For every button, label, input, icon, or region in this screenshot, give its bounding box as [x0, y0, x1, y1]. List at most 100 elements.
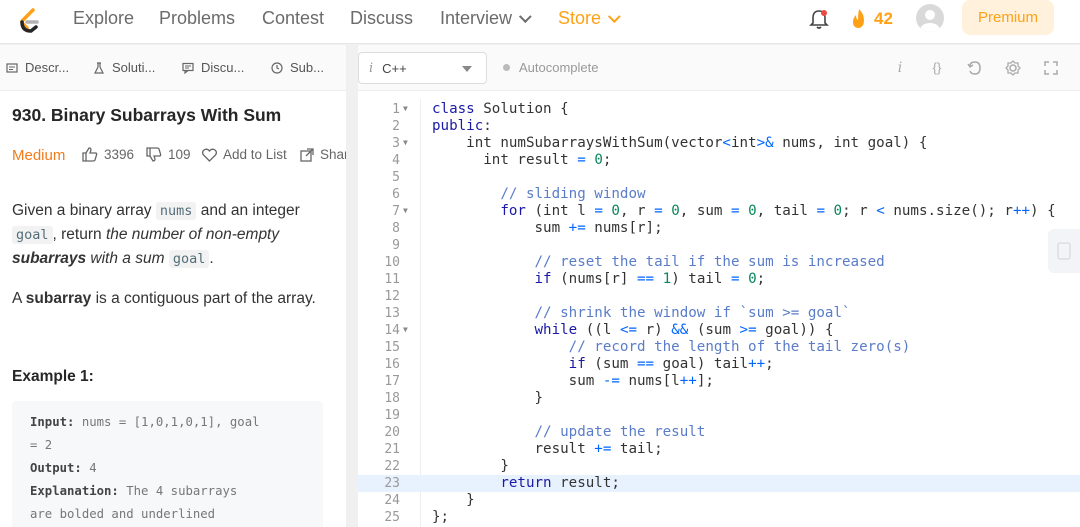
premium-button[interactable]: Premium [962, 0, 1054, 35]
code-line-active: 23 return result; [358, 475, 1080, 492]
nav-store-label: Store [558, 8, 602, 28]
thumbs-up-icon [82, 147, 98, 162]
nav-explore-link[interactable]: Explore [73, 8, 134, 28]
info-icon[interactable]: i [891, 59, 909, 77]
nav-contest-link[interactable]: Contest [262, 8, 324, 28]
nav-problems-link[interactable]: Problems [159, 8, 235, 28]
share-icon [300, 147, 314, 162]
code-line: 22 } [384, 458, 509, 474]
language-select[interactable]: i C++ [358, 52, 487, 84]
side-panel-handle[interactable] [1048, 229, 1080, 273]
code-line: 12 [384, 289, 400, 304]
example-explanation-label: Explanation: [30, 484, 119, 498]
code-editor-panel: i C++ Autocomplete i {} 1 ▼ class Solution… [358, 45, 1080, 527]
example-output-value: 4 [81, 461, 97, 475]
desc-bold: subarrays [12, 250, 87, 267]
problem-panel: Descr... Soluti... Discu... Sub... 930. … [0, 45, 346, 527]
code-line: 13 // shrink the window if `sum >= goal` [384, 305, 851, 321]
page-title: 930. Binary Subarrays With Sum [12, 105, 282, 125]
code-line: 9 [392, 238, 400, 253]
nav-store-dropdown[interactable]: Store [558, 8, 621, 28]
add-to-list-label: Add to List [223, 147, 287, 162]
code-line: 25}; [384, 509, 450, 525]
copy-icon [1057, 242, 1071, 260]
def-text-1: A [12, 290, 26, 307]
heart-icon [202, 148, 217, 162]
desc-text-3: , return [52, 226, 106, 243]
code-line: 20 // update the result [384, 424, 706, 440]
code-nums: nums [155, 202, 197, 220]
flask-icon [94, 61, 104, 74]
example-explanation-cont: are bolded and underlined [30, 507, 216, 521]
example-output-label: Output: [30, 461, 82, 475]
desc-text-2: and an integer [196, 202, 300, 219]
code-line: 24 } [384, 492, 475, 508]
tab-discuss[interactable]: Discu... [182, 60, 244, 75]
fold-arrow-icon[interactable]: ▼ [403, 134, 408, 151]
fullscreen-icon[interactable] [1042, 59, 1060, 77]
editor-toolbar: i C++ Autocomplete i {} [358, 45, 1080, 91]
tab-description[interactable]: Descr... [6, 60, 69, 75]
code-line: 14 ▼ while ((l <= r) && (sum >= goal)) { [384, 321, 834, 338]
code-line: 7 ▼ for (int l = 0, r = 0, sum = 0, tail … [392, 202, 1056, 219]
code-line: 16 if (sum == goal) tail++; [384, 356, 774, 372]
braces-icon[interactable]: {} [928, 59, 946, 77]
example-box: Input: nums = [1,0,1,0,1], goal = 2 Outp… [12, 401, 323, 527]
fold-arrow-icon[interactable]: ▼ [403, 202, 408, 219]
problem-description: Given a binary array nums and an integer… [12, 199, 312, 271]
leetcode-logo-icon[interactable] [14, 6, 44, 36]
nav-interview-label: Interview [440, 8, 513, 28]
top-navigation-bar: Explore Problems Contest Discuss Intervi… [0, 0, 1080, 44]
desc-text-4: . [209, 250, 214, 267]
dislike-button[interactable]: 109 [146, 147, 191, 162]
subarray-definition: A subarray is a contiguous part of the a… [12, 290, 316, 308]
share-label: Share [320, 147, 346, 162]
share-button[interactable]: Share [300, 147, 346, 162]
example-explanation-value: The 4 subarrays [118, 484, 238, 498]
streak-counter[interactable]: 42 [850, 7, 893, 31]
autocomplete-label: Autocomplete [519, 60, 599, 75]
code-line: 10 // reset the tail if the sum is incre… [384, 254, 885, 270]
problem-content: 930. Binary Subarrays With Sum Medium 33… [12, 105, 346, 527]
nav-discuss-link[interactable]: Discuss [350, 8, 413, 28]
code-line: 6 // sliding window [392, 186, 646, 202]
like-button[interactable]: 3396 [82, 147, 134, 162]
chat-icon [182, 62, 194, 74]
fold-arrow-icon[interactable]: ▼ [403, 100, 408, 117]
example-input-value: nums = [1,0,1,0,1], goal [74, 415, 260, 429]
def-text-2: is a contiguous part of the array. [91, 290, 316, 307]
code-line: 4 int result = 0; [392, 152, 612, 168]
desc-text-1: Given a binary array [12, 202, 156, 219]
tab-submissions[interactable]: Sub... [271, 60, 324, 75]
notification-bell-icon[interactable] [808, 8, 830, 30]
example-input-value-cont: = 2 [30, 438, 53, 452]
fire-icon [853, 9, 864, 28]
desc-italic-2: with a sum [86, 250, 169, 267]
autocomplete-toggle[interactable]: Autocomplete [503, 60, 599, 75]
reset-icon[interactable] [966, 59, 984, 77]
code-line: 15 // record the length of the tail zero… [384, 339, 911, 355]
nav-interview-dropdown[interactable]: Interview [440, 8, 532, 28]
document-icon [6, 62, 18, 73]
info-icon: i [369, 60, 374, 76]
tab-solution[interactable]: Soluti... [93, 60, 155, 75]
tab-submissions-label: Sub... [290, 60, 324, 75]
streak-count: 42 [874, 9, 893, 28]
avatar[interactable] [916, 4, 944, 32]
code-line: 19 [384, 408, 400, 423]
code-line: 3 ▼ int numSubarraysWithSum(vector<int>& … [392, 134, 928, 151]
desc-italic-1: the number of non-empty [105, 226, 280, 243]
fold-arrow-icon[interactable]: ▼ [403, 321, 408, 338]
chevron-down-icon [607, 10, 621, 24]
like-count: 3396 [104, 147, 135, 162]
toggle-dot-icon [503, 64, 510, 71]
example-input-label: Input: [30, 415, 75, 429]
code-editor[interactable]: 1 ▼ class Solution { 2 public: 3 ▼ int numSu… [358, 99, 1080, 527]
add-to-list-button[interactable]: Add to List [202, 147, 287, 162]
gear-icon[interactable] [1004, 59, 1022, 77]
code-line: 5 [392, 170, 400, 185]
user-silhouette-icon [920, 10, 940, 32]
language-value: C++ [382, 60, 407, 76]
problem-meta: Medium 3396 109 Add to List Share [12, 147, 346, 167]
clock-icon [271, 61, 283, 74]
